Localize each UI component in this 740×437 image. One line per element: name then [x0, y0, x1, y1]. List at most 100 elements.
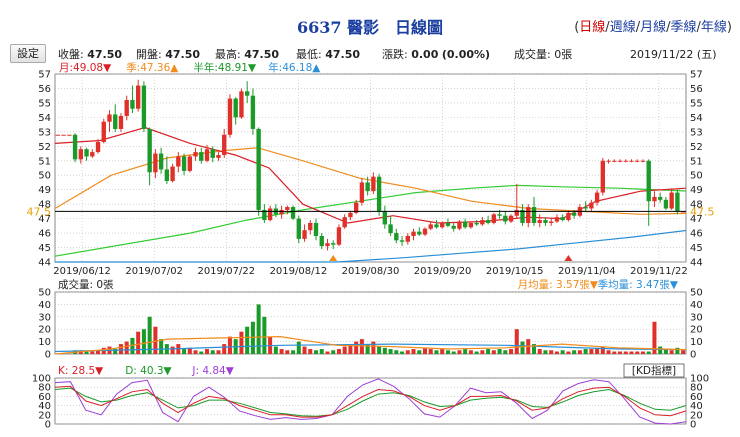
- candle-body: [308, 222, 313, 231]
- stock-chart[interactable]: 44 4445 4546 4647 4748 4849 4950 5051 5152 5253 53…: [0, 62, 740, 437]
- period-yearly-link[interactable]: 年線: [701, 20, 727, 35]
- kd-badge[interactable]: [KD指標]: [632, 364, 676, 377]
- price-legend-item: 季:47.36▲: [126, 62, 179, 74]
- period-monthly-link[interactable]: 月線: [640, 20, 666, 35]
- volume-bar: [463, 349, 468, 354]
- volume-legend-item: 月均量: 3.57張▼: [518, 279, 599, 291]
- candle-body: [101, 121, 106, 142]
- volume-bar: [193, 350, 198, 354]
- volume-bar: [520, 341, 525, 354]
- volume-bar: [371, 341, 376, 354]
- candle-body: [84, 149, 89, 157]
- price-xtick: 2019/07/22: [197, 266, 255, 277]
- candle-body: [193, 152, 198, 157]
- price-ytick-left: 44: [38, 258, 51, 269]
- volume-bar: [457, 350, 462, 354]
- volume-info: 成交量: 0張: [514, 48, 573, 61]
- volume-ytick-right: 0: [690, 350, 696, 361]
- volume-bar: [681, 350, 686, 354]
- candle-body: [256, 128, 261, 210]
- candle-body: [440, 222, 445, 228]
- volume-bar: [451, 351, 456, 354]
- volume-bar: [147, 316, 152, 354]
- candle-body: [130, 100, 135, 109]
- volume-bar: [497, 349, 502, 354]
- volume-bar: [222, 344, 227, 354]
- candle-body: [451, 225, 456, 229]
- candle-body: [55, 134, 61, 136]
- candle-body: [376, 176, 382, 212]
- candle-body: [176, 156, 181, 167]
- close-price: 收盤: 47.50: [58, 48, 123, 61]
- candle-body: [342, 217, 347, 228]
- volume-bar: [136, 331, 141, 354]
- volume-bar: [182, 349, 187, 354]
- price-xtick: 2019/07/02: [125, 266, 183, 277]
- candle-body: [244, 91, 250, 96]
- volume-bar: [434, 350, 439, 354]
- price-ytick-left: 55: [38, 98, 51, 109]
- period-quarterly-link[interactable]: 季線: [671, 20, 697, 35]
- candle-body: [583, 207, 588, 209]
- volume-bar: [417, 350, 422, 354]
- price-xtick: 2019/11/04: [558, 266, 616, 277]
- price-xtick: 2019/09/20: [414, 266, 472, 277]
- volume-bar: [445, 350, 450, 354]
- current-price-label-left: 47.5: [27, 205, 52, 218]
- price-legend-item: 月:49.08▼: [59, 62, 112, 74]
- candle-body: [428, 224, 433, 229]
- candle-body: [285, 207, 290, 210]
- volume-bar: [400, 351, 405, 354]
- price-ytick-left: 53: [38, 127, 51, 138]
- volume-bar: [537, 349, 542, 354]
- candle-body: [170, 166, 175, 182]
- candle-body: [445, 222, 451, 226]
- volume-bar: [675, 347, 680, 354]
- candle-body: [296, 218, 301, 239]
- price-ytick-left: 51: [38, 156, 51, 167]
- candle-body: [411, 231, 416, 236]
- volume-bar: [422, 347, 428, 354]
- candle-body: [503, 215, 508, 222]
- volume-bar: [153, 326, 158, 354]
- candle-body: [434, 224, 439, 228]
- volume-bar: [646, 351, 651, 354]
- open-price: 開盤: 47.50: [136, 48, 201, 61]
- candle-body: [227, 98, 233, 135]
- candle-body: [78, 149, 83, 160]
- settings-button[interactable]: 設定: [10, 44, 46, 63]
- quote-date: 2019/11/22 (五): [630, 48, 717, 61]
- volume-ytick-right: 10: [690, 337, 703, 348]
- volume-ytick-left: 10: [38, 337, 51, 348]
- candle-body: [606, 160, 611, 162]
- volume-bar: [159, 339, 164, 354]
- price-ytick-right: 50: [690, 171, 703, 182]
- candle-body: [594, 192, 600, 203]
- volume-bar: [394, 350, 399, 354]
- candle-body: [181, 156, 187, 171]
- candle-body: [549, 221, 554, 223]
- volume-bar: [245, 326, 250, 354]
- volume-bar: [336, 349, 341, 354]
- candle-body: [566, 212, 571, 221]
- volume-bar: [170, 346, 175, 354]
- volume-bar: [658, 346, 663, 354]
- candle-body: [153, 153, 158, 173]
- volume-bar: [124, 341, 129, 354]
- candle-body: [113, 114, 118, 129]
- kd-legend-item: K: 28.5▼: [58, 365, 104, 377]
- candle-body: [612, 160, 617, 162]
- candle-body: [663, 199, 669, 209]
- price-ytick-right: 52: [690, 142, 703, 153]
- volume-bar: [405, 350, 410, 354]
- candle-body: [497, 214, 502, 216]
- candle-body: [61, 134, 66, 136]
- volume-bar: [629, 351, 634, 354]
- period-daily-link[interactable]: 日線: [579, 20, 605, 35]
- price-ytick-right: 53: [690, 127, 703, 138]
- candle-body: [526, 207, 531, 223]
- candle-body: [336, 227, 342, 245]
- price-xtick: 2019/11/22: [630, 266, 688, 277]
- period-weekly-link[interactable]: 週線: [610, 20, 636, 35]
- low-price: 最低: 47.50: [296, 48, 361, 61]
